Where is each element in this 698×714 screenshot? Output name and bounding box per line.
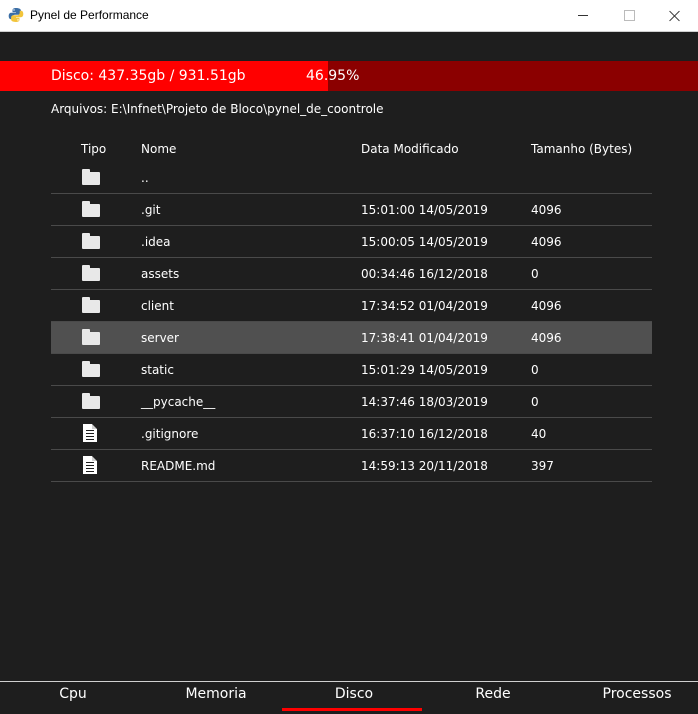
table-row[interactable]: static 15:01:29 14/05/2019 0: [51, 354, 652, 386]
active-tab-indicator: [282, 708, 422, 711]
table-row[interactable]: server 17:38:41 01/04/2019 4096: [51, 322, 652, 354]
table-row[interactable]: client 17:34:52 01/04/2019 4096: [51, 290, 652, 322]
row-name: assets: [141, 267, 180, 281]
table-row[interactable]: __pycache__ 14:37:46 18/03/2019 0: [51, 386, 652, 418]
row-name: .gitignore: [141, 427, 199, 441]
header-type: Tipo: [81, 142, 107, 156]
row-name: ..: [141, 171, 149, 185]
row-date: 17:38:41 01/04/2019: [361, 331, 488, 345]
row-date: 15:00:05 14/05/2019: [361, 235, 488, 249]
row-date: 16:37:10 16/12/2018: [361, 427, 488, 441]
tab-disco[interactable]: Disco: [284, 686, 424, 702]
close-button[interactable]: [652, 0, 698, 31]
folder-icon: [81, 233, 101, 250]
row-size: 4096: [531, 299, 562, 313]
row-date: 15:01:00 14/05/2019: [361, 203, 488, 217]
table-row[interactable]: .gitignore 16:37:10 16/12/2018 40: [51, 418, 652, 450]
table-row[interactable]: .git 15:01:00 14/05/2019 4096: [51, 194, 652, 226]
folder-icon: [81, 361, 101, 378]
header-name: Nome: [141, 142, 177, 156]
row-date: 00:34:46 16/12/2018: [361, 267, 488, 281]
row-name: .idea: [141, 235, 171, 249]
maximize-icon: [623, 10, 635, 21]
row-size: 0: [531, 363, 539, 377]
row-size: 4096: [531, 203, 562, 217]
row-size: 40: [531, 427, 547, 441]
row-date: 14:37:46 18/03/2019: [361, 395, 488, 409]
disk-usage-label: Disco: 437.35gb / 931.51gb: [51, 68, 246, 84]
row-size: 4096: [531, 331, 562, 345]
row-size: 0: [531, 267, 539, 281]
folder-icon: [81, 329, 101, 346]
folder-icon: [81, 393, 101, 410]
folder-icon: [81, 201, 101, 218]
row-date: 14:59:13 20/11/2018: [361, 459, 488, 473]
file-icon: [81, 456, 101, 474]
file-list: .. .git 15:01:00 14/05/2019 4096 .idea 15:00:…: [51, 162, 652, 482]
row-date: 15:01:29 14/05/2019: [361, 363, 488, 377]
folder-icon: [81, 169, 101, 186]
python-icon: [8, 8, 24, 22]
file-icon: [81, 424, 101, 442]
disk-usage-percent: 46.95%: [306, 68, 360, 84]
tab-rede[interactable]: Rede: [423, 686, 563, 702]
table-row[interactable]: .idea 15:00:05 14/05/2019 4096: [51, 226, 652, 258]
table-row[interactable]: README.md 14:59:13 20/11/2018 397: [51, 450, 652, 482]
folder-icon: [81, 297, 101, 314]
header-date: Data Modificado: [361, 142, 459, 156]
title-bar: Pynel de Performance: [0, 0, 698, 32]
tab-cpu[interactable]: Cpu: [3, 686, 143, 702]
tab-processos[interactable]: Processos: [567, 686, 698, 702]
window-title: Pynel de Performance: [30, 8, 149, 22]
row-name: client: [141, 299, 174, 313]
close-icon: [669, 10, 681, 22]
row-name: README.md: [141, 459, 216, 473]
current-path: Arquivos: E:\Infnet\Projeto de Bloco\pyn…: [51, 102, 384, 116]
tab-memoria[interactable]: Memoria: [146, 686, 286, 702]
row-size: 4096: [531, 235, 562, 249]
minimize-icon: [578, 15, 588, 16]
folder-icon: [81, 265, 101, 282]
table-row[interactable]: ..: [51, 162, 652, 194]
maximize-button[interactable]: [606, 0, 652, 31]
table-row[interactable]: assets 00:34:46 16/12/2018 0: [51, 258, 652, 290]
disk-usage-bar: Disco: 437.35gb / 931.51gb 46.95%: [0, 61, 698, 91]
table-header: Tipo Nome Data Modificado Tamanho (Bytes…: [0, 142, 698, 160]
header-size: Tamanho (Bytes): [531, 142, 633, 156]
row-date: 17:34:52 01/04/2019: [361, 299, 488, 313]
row-size: 397: [531, 459, 554, 473]
row-name: static: [141, 363, 174, 377]
row-name: __pycache__: [141, 395, 216, 409]
row-name: .git: [141, 203, 161, 217]
minimize-button[interactable]: [560, 0, 606, 31]
row-size: 0: [531, 395, 539, 409]
tab-bar: Cpu Memoria Disco Rede Processos: [0, 681, 698, 714]
row-name: server: [141, 331, 179, 345]
